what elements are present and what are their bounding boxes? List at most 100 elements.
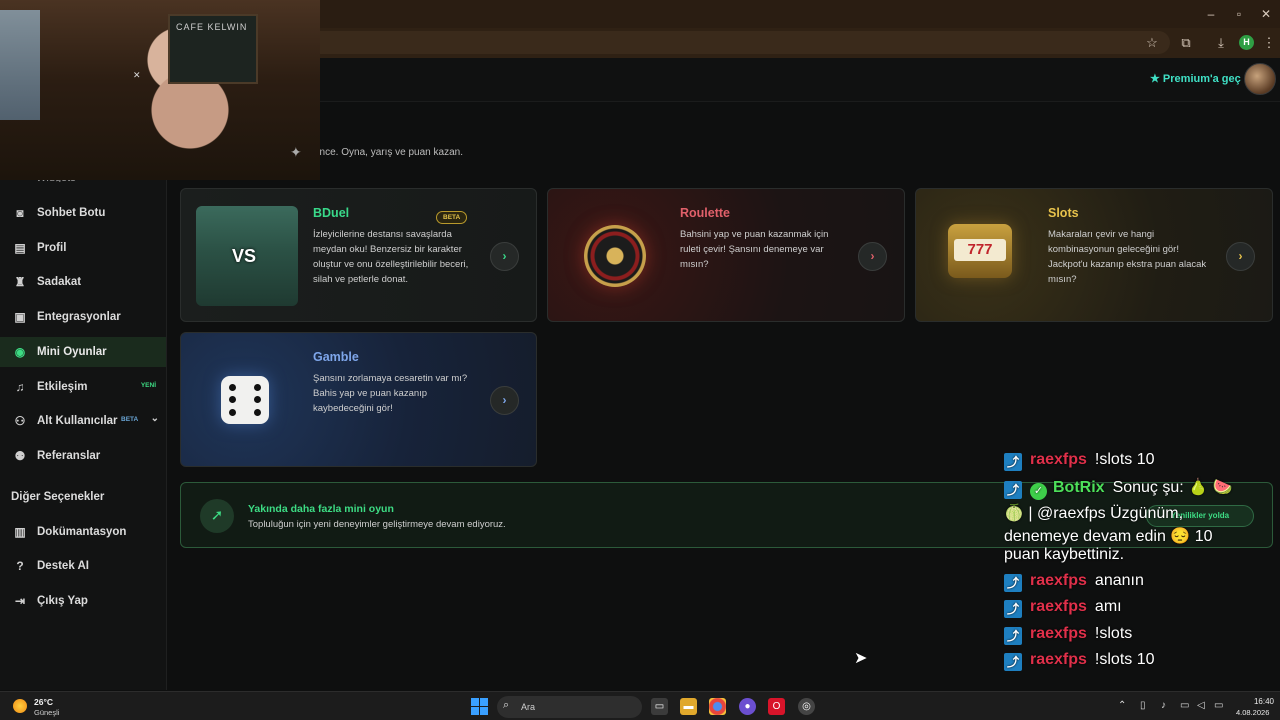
webcam-x-mark-icon: ✕ <box>133 70 141 80</box>
logout-icon: ⇥ <box>14 594 26 608</box>
minimize-icon[interactable]: – <box>1202 6 1220 22</box>
roulette-wheel-icon <box>584 225 646 287</box>
chevron-right-icon[interactable]: › <box>858 242 887 271</box>
game-card-bduel[interactable]: VS BDuel BETA İzleyicilerine destansı sa… <box>180 188 537 322</box>
game-description: Makaraları çevir ve hangi kombinasyonun … <box>1048 229 1207 285</box>
game-title: Slots <box>1048 206 1079 220</box>
chat-text: Sonuç şu: 🍐 🍉 <box>1112 479 1233 496</box>
chat-message: ⤴ raexfps amı <box>1004 598 1122 618</box>
download-icon[interactable]: ⤓ <box>1212 34 1230 52</box>
sidebar-item-label: Destek AI <box>37 560 89 572</box>
sidebar-section-heading: Diğer Seçenekler <box>11 491 105 503</box>
twitch-badge-icon: ⤴ <box>1004 574 1022 592</box>
bookmark-star-icon[interactable]: ☆ <box>1143 34 1161 52</box>
maximize-icon[interactable]: ▫ <box>1230 6 1248 22</box>
browser-profile-icon[interactable]: H <box>1239 35 1254 50</box>
sidebar-item-label: Mini Oyunlar <box>37 346 107 358</box>
webcam-overlay: CAFE KELWIN ✕ ✦ <box>0 0 320 180</box>
sidebar-item-cikis-yap[interactable]: ⇥ Çıkış Yap <box>0 586 166 616</box>
volume-icon[interactable]: ◁ <box>1197 700 1205 711</box>
browser-menu-icon[interactable]: ⋮ <box>1260 34 1278 52</box>
close-icon[interactable]: ✕ <box>1257 6 1275 22</box>
chat-text: ananın <box>1094 572 1144 589</box>
sidebar-item-dokumantasyon[interactable]: ▥ Dokümantasyon <box>0 517 166 547</box>
opera-icon[interactable]: O <box>768 698 785 715</box>
chevron-up-icon[interactable]: ⌃ <box>1118 700 1126 711</box>
extensions-icon[interactable]: ⧉ <box>1177 34 1195 52</box>
messenger-icon[interactable]: ● <box>739 698 756 715</box>
sidebar-item-profil[interactable]: ▤ Profil <box>0 233 166 263</box>
clock-date[interactable]: 4.08.2026 <box>1236 708 1269 717</box>
weather-sun-icon[interactable] <box>13 699 27 713</box>
weather-description[interactable]: Güneşli <box>34 708 59 717</box>
chat-text: amı <box>1094 598 1122 615</box>
game-card-slots[interactable]: 777 Slots Makaraları çevir ve hangi komb… <box>915 188 1273 322</box>
gamepad-icon: ◉ <box>14 345 26 359</box>
premium-link[interactable]: ★ Premium'a geç <box>1150 72 1241 85</box>
sidebar: ◙ Sohbet Botu ▤ Profil ♜ Sadakat ▣ Enteg… <box>0 180 167 690</box>
sidebar-item-sadakat[interactable]: ♜ Sadakat <box>0 267 166 297</box>
search-icon: ⌕ <box>503 699 510 711</box>
game-description: İzleyicilerine destansı savaşlarda meyda… <box>313 229 469 285</box>
chat-username: raexfps <box>1030 651 1087 668</box>
plug-icon: ▣ <box>14 310 26 324</box>
sidebar-item-label: Çıkış Yap <box>37 595 88 607</box>
game-card-roulette[interactable]: Roulette Bahsini yap ve puan kazanmak iç… <box>547 188 905 322</box>
game-title: Roulette <box>680 206 730 220</box>
users-icon: ⚇ <box>14 414 26 428</box>
usb-icon[interactable]: ▯ <box>1140 700 1146 711</box>
sidebar-item-entegrasyonlar[interactable]: ▣ Entegrasyonlar <box>0 302 166 332</box>
game-description: Bahsini yap ve puan kazanmak için ruleti… <box>680 229 829 270</box>
game-title: BDuel <box>313 206 350 220</box>
twitch-badge-icon: ⤴ <box>1004 653 1022 671</box>
sidebar-item-label: Sohbet Botu <box>37 207 106 219</box>
book-icon: ▥ <box>14 525 26 539</box>
dice-icon <box>221 376 269 424</box>
weather-temperature[interactable]: 26°C <box>34 697 53 707</box>
chrome-icon[interactable] <box>709 698 726 715</box>
twitch-badge-icon: ⤴ <box>1004 453 1022 471</box>
battery-icon[interactable]: ▭ <box>1214 700 1223 711</box>
taskbar-search[interactable] <box>497 696 642 718</box>
slot-reels-text: 777 <box>954 239 1006 261</box>
avatar[interactable] <box>1244 63 1276 95</box>
chat-message: ⤴ raexfps !slots 10 <box>1004 651 1155 671</box>
sidebar-item-label: Dokümantasyon <box>37 526 127 538</box>
chat-username: raexfps <box>1030 598 1087 615</box>
chevron-right-icon[interactable]: › <box>490 242 519 271</box>
chat-message: ⤴ raexfps ananın <box>1004 572 1144 592</box>
obs-icon[interactable]: ◎ <box>798 698 815 715</box>
rocket-icon: ➚ <box>200 499 234 533</box>
sidebar-item-label: Referanslar <box>37 450 101 462</box>
mouse-cursor-icon: ➤ <box>854 650 868 667</box>
webcam-window <box>0 10 40 120</box>
sidebar-item-mini-oyunlar[interactable]: ◉ Mini Oyunlar <box>0 337 166 367</box>
file-explorer-icon[interactable]: ▬ <box>680 698 697 715</box>
sidebar-item-referanslar[interactable]: ⚉ Referanslar <box>0 441 166 471</box>
sidebar-item-destek-ai[interactable]: ? Destek AI <box>0 551 166 581</box>
twitch-badge-icon: ⤴ <box>1004 600 1022 618</box>
windows-start-icon[interactable] <box>471 698 488 715</box>
address-bar[interactable] <box>180 31 1170 54</box>
task-view-icon[interactable]: ▭ <box>651 698 668 715</box>
sidebar-item-label: Profil <box>37 242 67 254</box>
beta-badge: BETA <box>436 211 468 224</box>
chevron-right-icon[interactable]: › <box>490 386 519 415</box>
clock-time[interactable]: 16:40 <box>1240 697 1274 706</box>
network-icon[interactable]: ▭ <box>1180 700 1189 711</box>
game-card-gamble[interactable]: Gamble Şansını zorlamaya cesaretin var m… <box>180 332 537 467</box>
microphone-icon[interactable]: ♪ <box>1161 700 1166 711</box>
chat-text: !slots 10 <box>1094 651 1155 668</box>
chat-message: puan kaybettiniz. <box>1004 546 1125 563</box>
chat-username: raexfps <box>1030 625 1087 642</box>
chevron-down-icon[interactable]: ⌄ <box>151 413 159 424</box>
verified-icon: ✓ <box>1030 483 1047 500</box>
sidebar-item-sohbet-botu[interactable]: ◙ Sohbet Botu <box>0 198 166 228</box>
search-placeholder[interactable]: Ara <box>521 702 535 712</box>
bduel-thumbnail: VS <box>196 206 298 306</box>
chevron-right-icon[interactable]: › <box>1226 242 1255 271</box>
sidebar-item-alt-kullanicilar[interactable]: ⚇ Alt Kullanıcılar BETA ⌄ <box>0 406 166 436</box>
chat-text: !slots 10 <box>1094 451 1155 468</box>
twitch-badge-icon: ⤴ <box>1004 627 1022 645</box>
sidebar-item-etkilesim[interactable]: ♫ Etkileşim YENİ <box>0 372 166 402</box>
